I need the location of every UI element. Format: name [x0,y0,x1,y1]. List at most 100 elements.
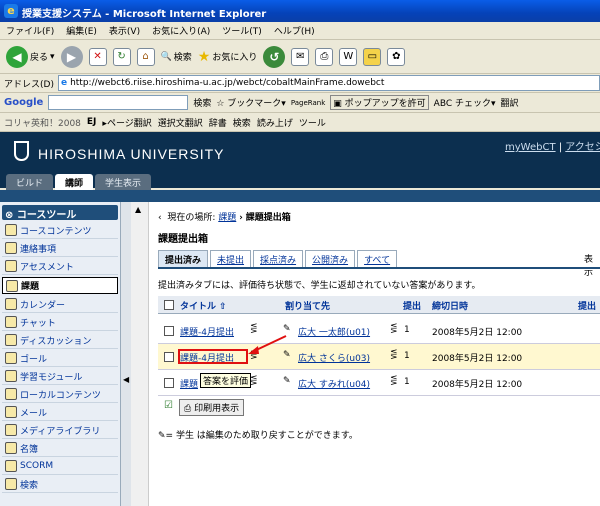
google-search-input[interactable] [48,95,189,110]
history-button[interactable]: ↺ [263,45,286,68]
refresh-button[interactable]: ↻ [112,47,131,66]
print-view-button[interactable]: ⎙ 印刷用表示 [179,399,245,416]
read-aloud-button[interactable]: 読み上げ [257,116,293,129]
search-button[interactable]: 🔍 検索 [160,50,192,64]
bulk-check-icon[interactable]: ☑ [164,400,173,411]
column-assignee[interactable]: 割り当て先 [285,299,330,312]
role-tab-build[interactable]: ビルド [6,174,54,190]
student-link[interactable]: 広大 さくら(u03) [298,351,370,364]
search-icon: 🔍 [160,51,172,62]
sidebar-item-scorm[interactable]: SCORM [2,458,118,475]
dictionary-button[interactable]: 辞書 [209,116,227,129]
forward-button[interactable]: ▶ [60,45,83,68]
translation-toolbar: コリャ英和！2008 EJ ▸ページ翻訳 選択文翻訳 辞書 検索 読み上げ ツー… [0,113,600,132]
sidebar-item-mail[interactable]: メール [2,404,118,421]
pencil-icon: ✎ [158,431,166,441]
menu-file[interactable]: ファイル(F) [6,24,54,37]
check-button[interactable]: ABC チェック▾ [434,96,496,109]
sidebar-item-discussion[interactable]: ディスカッション [2,332,118,349]
browser-toolbar: ◀ 戻る ▾ ▶ ✕ ↻ ⌂ 🔍 検索 ★ お気に入り ↺ ✉ ⎙ W ▭ ✿ [0,40,600,74]
student-link[interactable]: 広大 一太郎(u01) [298,325,370,338]
action-menu-icon[interactable]: ⋚ [390,350,398,360]
home-button[interactable]: ⌂ [136,47,155,66]
page-title: 課題提出箱 [158,234,208,245]
edit-button[interactable]: W [339,47,358,66]
sidebar-item-local-content[interactable]: ローカルコンテンツ [2,386,118,403]
action-menu-icon[interactable]: ⋚ [250,324,258,334]
tab-not-submitted[interactable]: 未提出 [210,250,252,268]
row-checkbox[interactable] [164,378,174,388]
evaluate-tooltip: 答案を評価 [200,373,252,388]
sidebar-item-chat[interactable]: チャット [2,314,118,331]
menu-favorites[interactable]: お気に入り(A) [152,24,210,37]
column-deadline[interactable]: 締切日時 [432,299,468,312]
sidebar-item-search[interactable]: 検索 [2,476,118,493]
menu-tools[interactable]: ツール(T) [222,24,262,37]
mywebct-link[interactable]: myWebCT [505,142,556,153]
role-tab-instructor[interactable]: 講師 [55,174,94,190]
header-links: myWebCT | アクセシ [505,138,600,153]
favorites-button[interactable]: ★ お気に入り [198,49,258,65]
mail-button[interactable]: ✉ [291,47,310,66]
select-translate-button[interactable]: 選択文翻訳 [158,116,203,129]
back-button[interactable]: ◀ 戻る ▾ [6,45,55,68]
row-checkbox[interactable] [164,352,174,362]
content-scrollbar[interactable] [131,202,149,506]
select-all-checkbox[interactable] [164,300,174,310]
menu-view[interactable]: 表示(V) [109,24,140,37]
tab-published[interactable]: 公開済み [305,250,356,268]
print-toolbar-button[interactable]: ⎙ [315,47,334,66]
column-submit2[interactable]: 提出 [578,299,596,312]
popup-allow-button[interactable]: ▣ ポップアップを許可 [330,95,429,110]
sidebar-item-assignments[interactable]: 課題 [2,277,118,294]
action-menu-icon[interactable]: ⋚ [250,376,258,386]
bookmark-button[interactable]: ☆ ブックマーク▾ [216,96,285,109]
sidebar-item-calendar[interactable]: カレンダー [2,296,118,313]
sidebar-item-goals[interactable]: ゴール [2,350,118,367]
role-tab-student-view[interactable]: 学生表示 [95,174,152,190]
sidebar-item-learning-modules[interactable]: 学習モジュール [2,368,118,385]
folder-button[interactable]: ▭ [363,47,382,66]
menu-edit[interactable]: 編集(E) [66,24,97,37]
stop-button[interactable]: ✕ [88,47,107,66]
breadcrumb-parent[interactable]: 課題 [218,213,236,223]
accessibility-link[interactable]: アクセシ [565,142,600,153]
sidebar-item-roster[interactable]: 名簿 [2,440,118,457]
pencil-icon: ✎ [283,376,291,386]
sidebar-item-course-content[interactable]: コースコンテンツ [2,222,118,239]
media-icon [5,424,17,436]
back-arrow-icon: ◀ [6,45,28,68]
scroll-up-arrow-icon[interactable]: ▲ [135,205,141,214]
row-checkbox[interactable] [164,326,174,336]
action-menu-icon[interactable]: ⋚ [390,324,398,334]
page-translate-button[interactable]: ▸ページ翻訳 [102,116,151,129]
action-menu-icon[interactable]: ⋚ [390,376,398,386]
collapse-arrow-icon[interactable]: ◀ [123,375,129,384]
assignment-title-link[interactable]: 課題 [180,377,198,390]
translator-label: コリャ英和！2008 [4,118,81,129]
chat-icon [5,316,17,328]
column-submissions[interactable]: 提出 [403,299,421,312]
google-search-button[interactable]: 検索 [193,96,211,109]
kanji-tools-button[interactable]: ツール [299,116,326,129]
ej-button[interactable]: EJ [87,117,97,127]
tab-graded[interactable]: 採点済み [253,250,304,268]
address-input[interactable]: e http://webct6.riise.hiroshima-u.ac.jp/… [57,75,600,91]
sidebar-splitter[interactable] [121,202,131,506]
column-title[interactable]: タイトル ⇧ [180,299,227,312]
sidebar-item-media-library[interactable]: メディアライブラリ [2,422,118,439]
window-title-bar: 授業支援システム - Microsoft Internet Explorer [0,0,600,22]
address-bar: アドレス(D) e http://webct6.riise.hiroshima-… [0,74,600,93]
tab-all[interactable]: すべて [357,250,398,268]
sidebar-item-assessments[interactable]: アセスメント [2,258,118,275]
menu-help[interactable]: ヘルプ(H) [274,24,315,37]
messenger-button[interactable]: ✿ [387,47,406,66]
role-tabs: ビルド 講師 学生表示 [6,174,152,190]
content-icon [5,224,17,236]
student-link[interactable]: 広大 すみれ(u04) [298,377,370,390]
translate-button[interactable]: 翻訳 [501,96,519,109]
sidebar-item-announcements[interactable]: 連絡事項 [2,240,118,257]
tab-submitted[interactable]: 提出済み [158,250,209,268]
kanji-search-button[interactable]: 検索 [233,116,251,129]
assignment-title-link[interactable]: 課題-4月提出 [180,325,234,338]
